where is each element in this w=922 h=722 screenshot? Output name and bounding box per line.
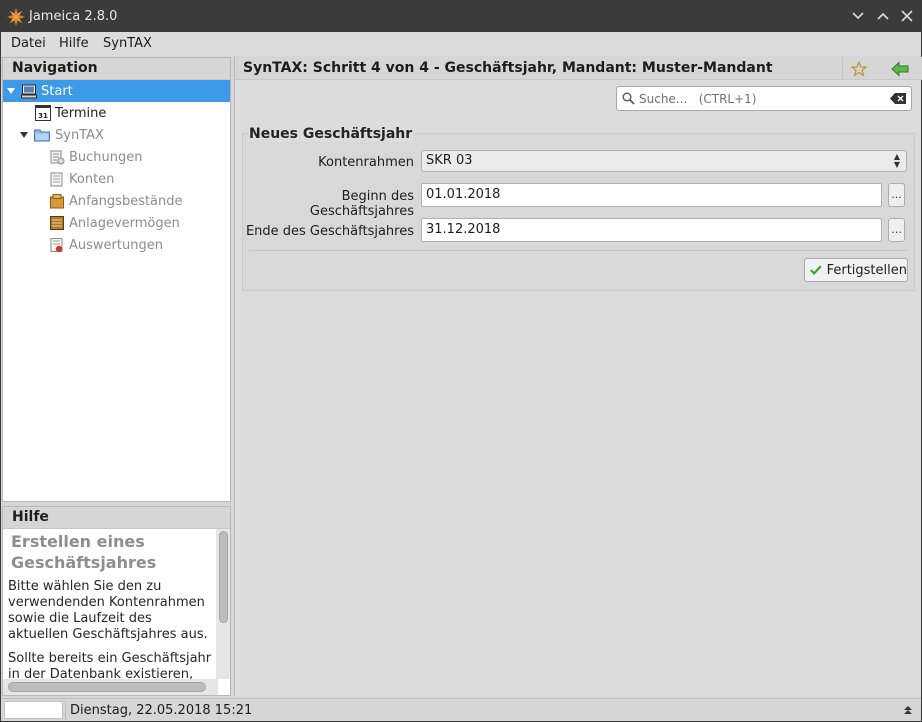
folder-icon bbox=[34, 129, 50, 142]
tree-item-label: Buchungen bbox=[69, 149, 143, 165]
tree-item-label: Anlagevermögen bbox=[69, 215, 180, 231]
chevron-up-icon bbox=[877, 12, 889, 20]
title-bar: Jameica 2.8.0 bbox=[1, 1, 921, 32]
maximize-button[interactable] bbox=[874, 7, 892, 25]
search-icon bbox=[622, 92, 635, 105]
tree-item-label: Konten bbox=[69, 171, 115, 187]
menu-hilfe[interactable]: Hilfe bbox=[59, 36, 89, 51]
tree-item-label: Auswertungen bbox=[69, 237, 163, 253]
help-paragraph: Bitte wählen Sie den zu verwendenden Kon… bbox=[8, 579, 208, 642]
help-vertical-scrollbar[interactable] bbox=[216, 529, 230, 679]
tree-item-konten[interactable]: Konten bbox=[3, 168, 230, 190]
menu-syntax[interactable]: SynTAX bbox=[103, 36, 152, 51]
arrow-left-icon bbox=[891, 60, 909, 77]
tree-item-auswertungen[interactable]: Auswertungen bbox=[3, 234, 230, 256]
help-panel: Hilfe Erstellen eines Geschäftsjahres Bi… bbox=[2, 506, 231, 696]
tree-item-label: Start bbox=[41, 83, 73, 99]
expand-log-button[interactable] bbox=[901, 703, 915, 717]
tree-item-anfangsbestaende[interactable]: Anfangsbestände bbox=[3, 190, 230, 212]
minimize-button[interactable] bbox=[849, 7, 867, 25]
bookmark-button[interactable] bbox=[842, 57, 874, 80]
separator bbox=[249, 250, 908, 251]
status-separator bbox=[65, 701, 66, 720]
status-bar: Dienstag, 22.05.2018 15:21 bbox=[1, 698, 921, 721]
help-header: Hilfe bbox=[3, 507, 230, 529]
finish-button-label: Fertigstellen bbox=[826, 262, 907, 278]
ende-date-picker-button[interactable]: ... bbox=[888, 218, 905, 242]
scrollbar-thumb[interactable] bbox=[8, 682, 206, 692]
menu-bar: Datei Hilfe SynTAX bbox=[1, 32, 921, 56]
application-window: Jameica 2.8.0 Datei Hilfe SynTAX Navigat… bbox=[0, 0, 922, 722]
status-datetime: Dienstag, 22.05.2018 15:21 bbox=[70, 703, 253, 718]
navigation-header: Navigation bbox=[3, 58, 230, 80]
chevron-down-icon bbox=[852, 12, 864, 20]
double-chevron-up-icon bbox=[904, 706, 912, 714]
new-fiscal-year-group: Neues Geschäftsjahr Kontenrahmen SKR 03 … bbox=[242, 126, 915, 291]
tree-item-termine[interactable]: 31 Termine bbox=[3, 102, 230, 124]
select-arrows-icon: ▲ ▼ bbox=[893, 152, 900, 169]
menu-datei[interactable]: Datei bbox=[11, 36, 46, 51]
status-indicator bbox=[4, 701, 63, 719]
tree-item-start[interactable]: Start bbox=[3, 80, 230, 102]
search-input[interactable] bbox=[639, 90, 879, 108]
jameica-logo-icon bbox=[7, 8, 25, 26]
kontenrahmen-value: SKR 03 bbox=[426, 153, 473, 168]
group-title: Neues Geschäftsjahr bbox=[248, 126, 414, 142]
main-header: SynTAX: Schritt 4 von 4 - Geschäftsjahr,… bbox=[235, 57, 922, 80]
tree-item-label: Termine bbox=[55, 105, 107, 121]
page-title: SynTAX: Schritt 4 von 4 - Geschäftsjahr,… bbox=[243, 60, 773, 76]
finish-button[interactable]: Fertigstellen bbox=[804, 258, 908, 282]
reports-icon bbox=[50, 238, 63, 253]
main-panel: SynTAX: Schritt 4 von 4 - Geschäftsjahr,… bbox=[234, 57, 922, 696]
computer-icon bbox=[21, 84, 37, 99]
tree-item-syntax[interactable]: SynTAX bbox=[3, 124, 230, 146]
ende-input[interactable]: 31.12.2018 bbox=[421, 218, 882, 242]
back-button[interactable] bbox=[884, 57, 916, 80]
beginn-input[interactable]: 01.01.2018 bbox=[421, 183, 882, 207]
tree-item-anlagevermoegen[interactable]: Anlagevermögen bbox=[3, 212, 230, 234]
ende-label: Ende des Geschäftsjahres bbox=[245, 224, 414, 239]
fixed-assets-icon bbox=[50, 216, 64, 230]
window-title: Jameica 2.8.0 bbox=[29, 9, 118, 24]
tree-item-label: SynTAX bbox=[55, 127, 104, 143]
star-icon bbox=[850, 60, 867, 77]
calendar-icon: 31 bbox=[35, 105, 51, 121]
kontenrahmen-select[interactable]: SKR 03 ▲ ▼ bbox=[421, 150, 907, 172]
checkmark-icon bbox=[810, 265, 822, 275]
tree-item-label: Anfangsbestände bbox=[69, 193, 183, 209]
expand-arrow-icon[interactable] bbox=[6, 86, 16, 96]
search-box[interactable] bbox=[616, 86, 912, 111]
tree-item-buchungen[interactable]: Buchungen bbox=[3, 146, 230, 168]
close-icon bbox=[901, 10, 913, 22]
navigation-panel: Navigation Start 31 Termine SynTAX Buchu… bbox=[2, 57, 231, 502]
opening-balance-icon bbox=[50, 194, 64, 209]
close-button[interactable] bbox=[898, 7, 916, 25]
expand-arrow-icon[interactable] bbox=[19, 130, 29, 140]
accounts-icon bbox=[50, 172, 63, 187]
help-title: Erstellen eines Geschäftsjahres bbox=[11, 532, 157, 572]
help-horizontal-scrollbar[interactable] bbox=[3, 679, 218, 695]
beginn-date-picker-button[interactable]: ... bbox=[888, 183, 905, 207]
scrollbar-thumb[interactable] bbox=[219, 531, 228, 623]
clear-input-icon[interactable] bbox=[890, 93, 906, 104]
kontenrahmen-label: Kontenrahmen bbox=[318, 155, 414, 170]
bookings-icon bbox=[50, 150, 65, 165]
beginn-label: Beginn des Geschäftsjahres bbox=[309, 189, 414, 219]
